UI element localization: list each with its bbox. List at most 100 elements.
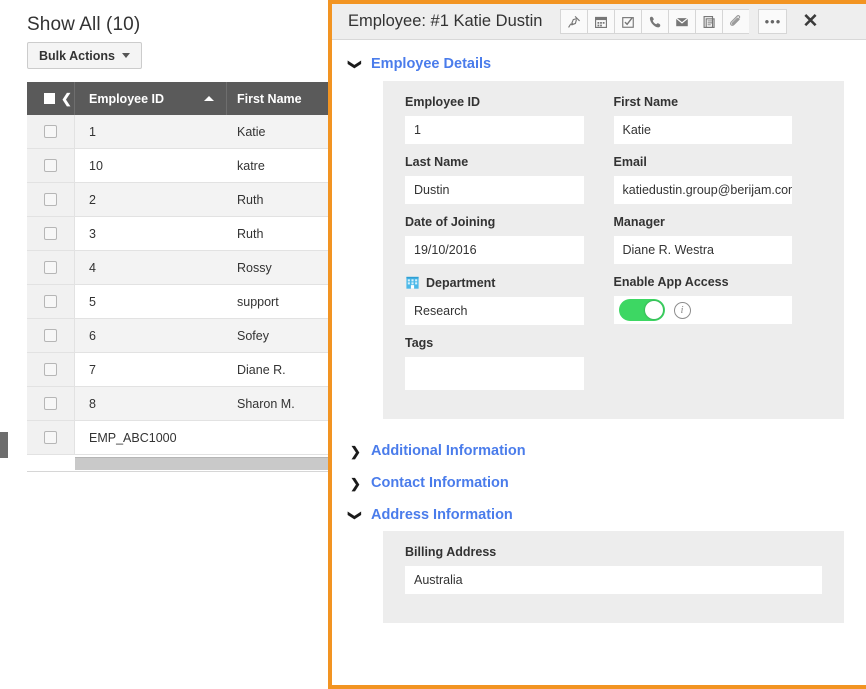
field-label-with-icon: Department [405,275,584,290]
table-row[interactable]: 7 Diane R. [27,353,330,387]
info-icon[interactable]: i [673,301,691,319]
row-checkbox[interactable] [44,397,57,410]
row-select-cell[interactable] [27,115,75,148]
row-checkbox[interactable] [44,159,57,172]
cell-employee-id: 2 [89,192,96,207]
row-select-cell[interactable] [27,183,75,216]
table-row[interactable]: 4 Rossy [27,251,330,285]
bulk-actions-button[interactable]: Bulk Actions [27,42,142,69]
cell-first-name: support [237,294,279,309]
collapsed-sections: ❯ Additional Information ❯ Contact Infor… [332,435,866,531]
table-row[interactable]: 3 Ruth [27,217,330,251]
cell-employee-id: 5 [89,294,96,309]
field-label: Employee ID [405,95,481,109]
task-icon[interactable] [614,9,642,34]
address-information-form: Billing Address Australia [383,531,844,623]
column-header-label: First Name [237,91,302,106]
enable-app-access-toggle[interactable] [618,299,665,321]
chevron-left-icon[interactable]: ❮ [61,92,72,105]
table-row[interactable]: 10 katre [27,149,330,183]
chevron-down-icon: ❯ [348,509,363,521]
chevron-down-icon: ❯ [348,58,363,70]
table-row[interactable]: 5 support [27,285,330,319]
close-icon[interactable]: ✕ [799,10,821,34]
cell-employee-id: 1 [89,124,96,139]
billing-address-input[interactable]: Australia [405,566,822,594]
email-input[interactable]: katiedustin.group@berijam.com [613,176,792,204]
section-header-contact-information[interactable]: ❯ Contact Information [332,467,866,499]
panel-body: ❯ Employee Details Employee ID 1 First N… [332,41,866,685]
note-icon[interactable] [695,9,723,34]
field-label: First Name [613,95,679,109]
horizontal-scrollbar[interactable] [75,457,330,470]
panel-title: Employee: #1 Katie Dustin [348,12,543,30]
row-checkbox[interactable] [44,227,57,240]
row-checkbox[interactable] [44,431,57,444]
phone-icon[interactable] [641,9,669,34]
field-label: Date of Joining [405,215,496,229]
column-header-employee-id[interactable]: Employee ID [75,82,227,115]
cell-first-name: Rossy [237,260,272,275]
table-row[interactable]: 2 Ruth [27,183,330,217]
date-of-joining-input[interactable]: 19/10/2016 [405,236,584,264]
column-header-first-name[interactable]: First Name [227,82,330,115]
table-row[interactable]: 6 Sofey [27,319,330,353]
email-icon[interactable] [668,9,696,34]
chevron-down-icon [121,53,130,58]
employee-id-input[interactable]: 1 [405,116,584,144]
chevron-right-icon: ❯ [350,443,361,459]
more-options-button[interactable]: ••• [758,9,788,34]
manager-input[interactable]: Diane R. Westra [613,236,792,264]
row-select-cell[interactable] [27,251,75,284]
bulk-actions-label: Bulk Actions [39,48,115,63]
last-name-input[interactable]: Dustin [405,176,584,204]
row-select-cell[interactable] [27,149,75,182]
select-all-header[interactable]: ❮ [27,82,75,115]
table-header-row: ❮ Employee ID First Name [27,82,330,115]
panel-toolbar: ••• ✕ [560,9,821,34]
tags-input[interactable] [405,357,584,390]
calendar-icon[interactable] [587,9,615,34]
row-checkbox[interactable] [44,261,57,274]
row-checkbox[interactable] [44,295,57,308]
employee-details-form: Employee ID 1 First Name Katie Last Name… [383,81,844,419]
cell-first-name: Diane R. [237,362,286,377]
row-checkbox[interactable] [44,363,57,376]
section-header-address-information[interactable]: ❯ Address Information [332,499,866,531]
row-select-cell[interactable] [27,285,75,318]
row-select-cell[interactable] [27,421,75,454]
table-row[interactable]: 1 Katie [27,115,330,149]
cell-first-name: Ruth [237,192,264,207]
cell-employee-id: 10 [89,158,103,173]
row-checkbox[interactable] [44,329,57,342]
row-select-cell[interactable] [27,319,75,352]
panel-header: Employee: #1 Katie Dustin ••• ✕ [332,4,866,40]
row-select-cell[interactable] [27,217,75,250]
section-header-additional-information[interactable]: ❯ Additional Information [332,435,866,467]
field-billing-address: Billing Address Australia [405,545,822,594]
cell-first-name: Katie [237,124,266,139]
cell-first-name: katre [237,158,265,173]
row-select-cell[interactable] [27,353,75,386]
field-label: Department [426,275,496,290]
vertical-scrollbar-edge[interactable] [0,432,8,458]
cell-employee-id: 6 [89,328,96,343]
table-row[interactable]: 8 Sharon M. [27,387,330,421]
field-label: Email [613,155,647,169]
field-label: Last Name [405,155,469,169]
row-checkbox[interactable] [44,125,57,138]
field-employee-id: Employee ID 1 [405,95,614,144]
cell-first-name: Sofey [237,328,269,343]
row-checkbox[interactable] [44,193,57,206]
section-header-employee-details[interactable]: ❯ Employee Details [332,41,866,81]
employee-list-area: Show All (10) Bulk Actions ❮ Employee ID… [0,0,330,689]
table-row[interactable]: EMP_ABC1000 [27,421,330,455]
toggle-knob [644,301,663,319]
pin-icon[interactable] [560,9,588,34]
select-all-checkbox[interactable] [44,93,55,104]
field-manager: Manager Diane R. Westra [613,215,823,264]
department-input[interactable]: Research [405,297,584,325]
first-name-input[interactable]: Katie [613,116,792,144]
row-select-cell[interactable] [27,387,75,420]
attachment-icon[interactable] [722,9,750,34]
